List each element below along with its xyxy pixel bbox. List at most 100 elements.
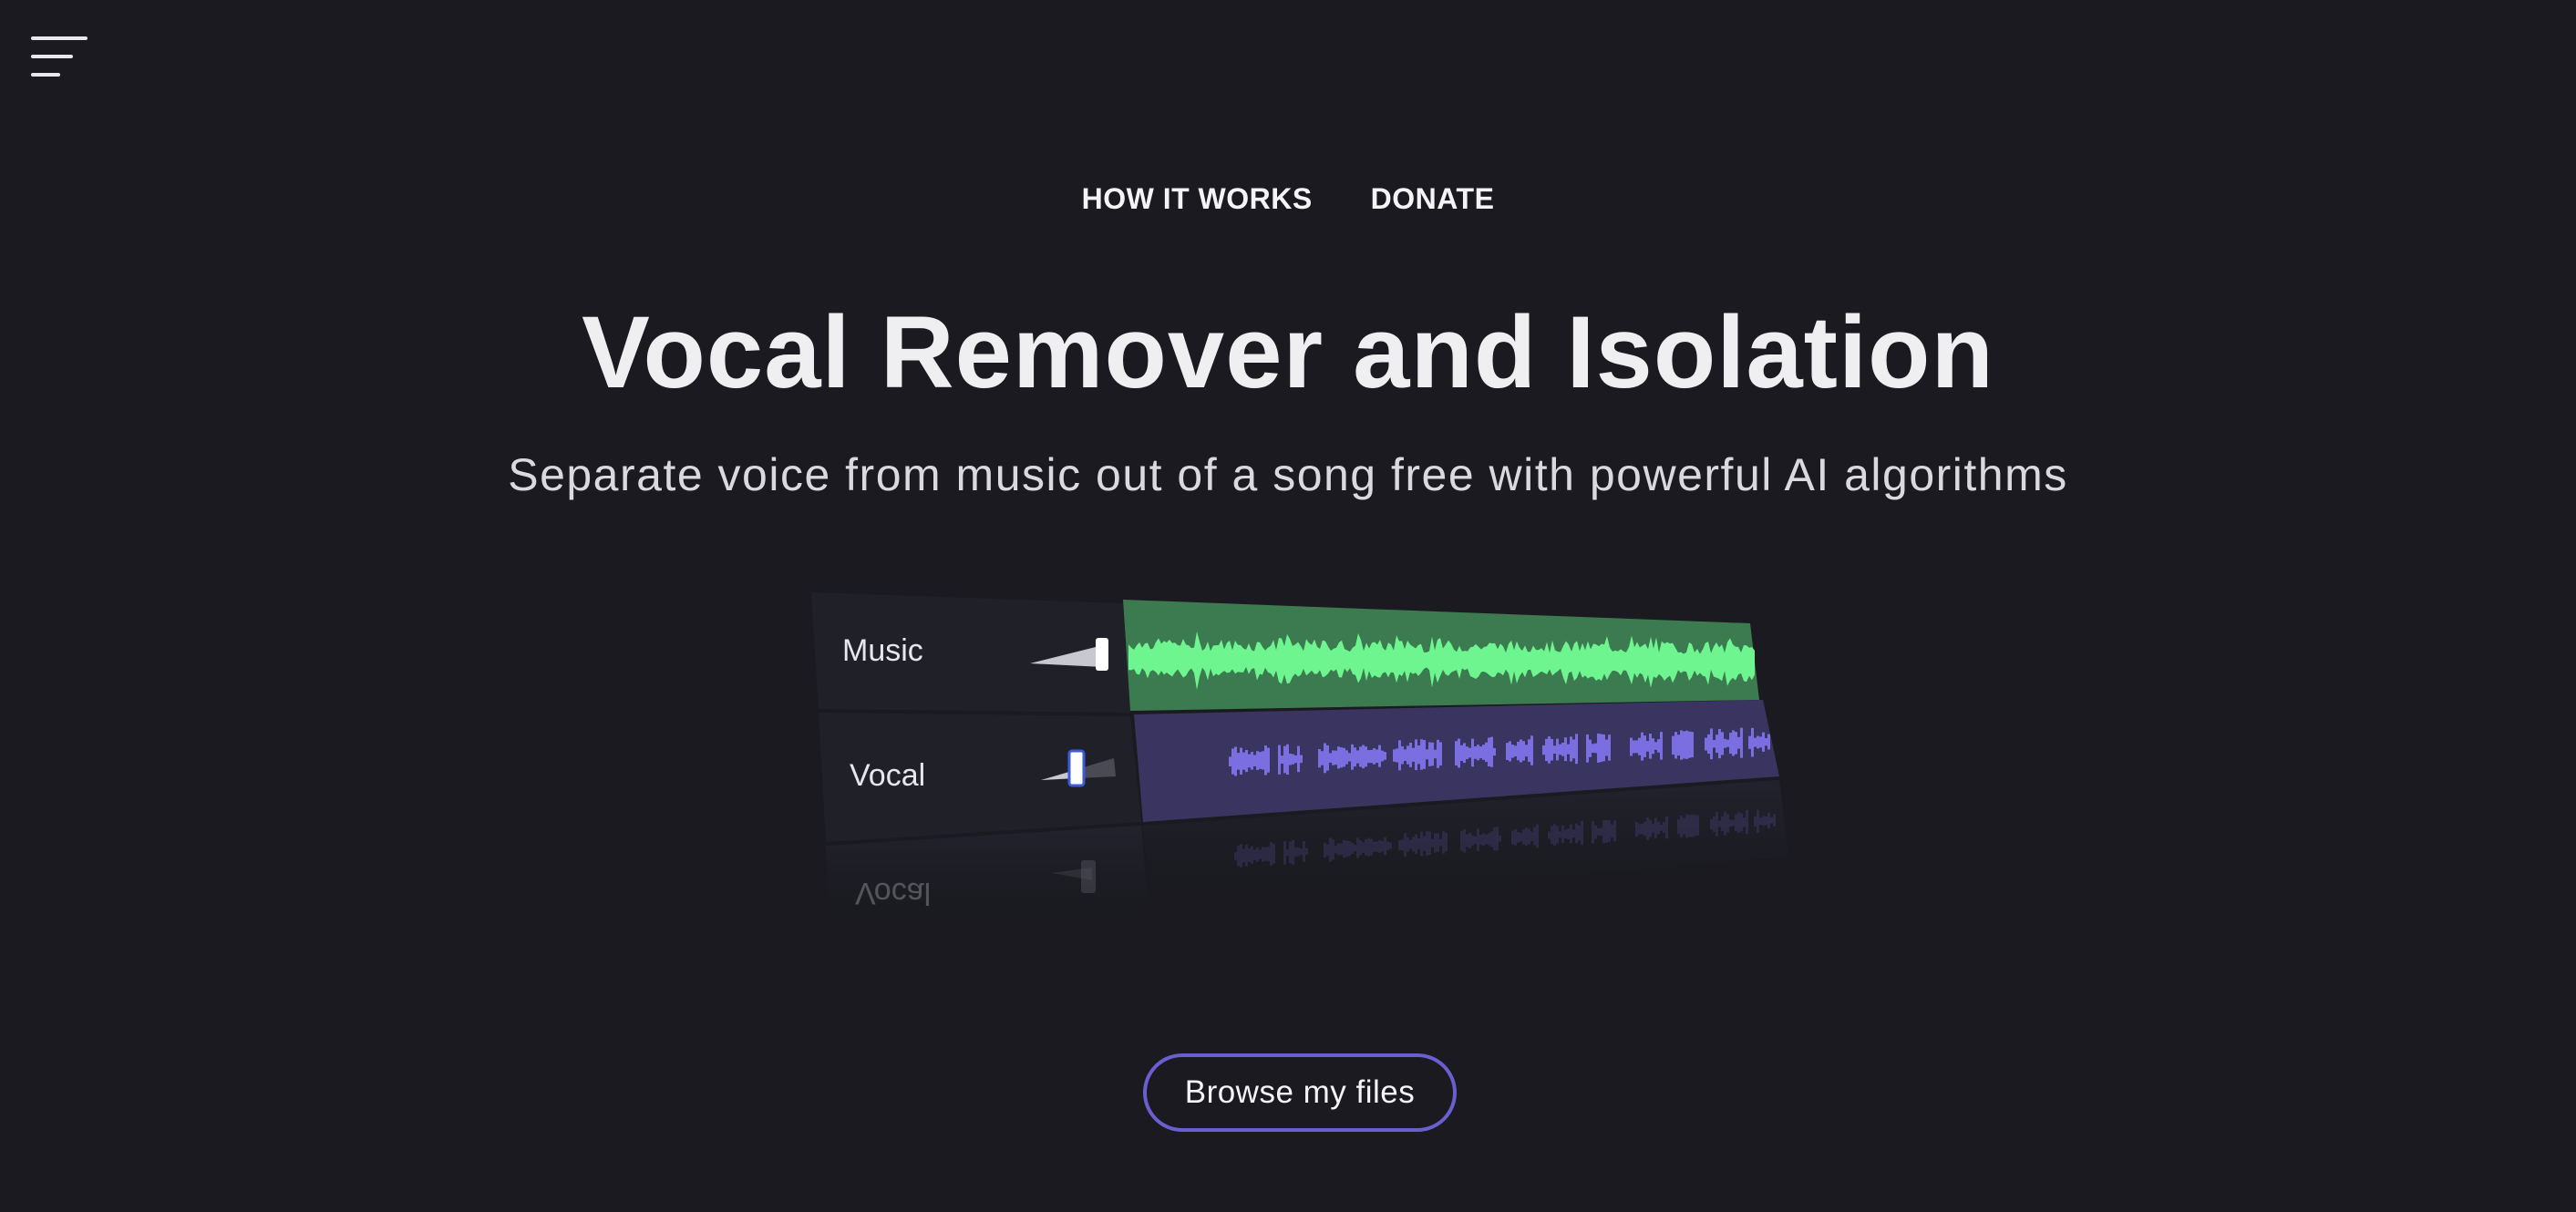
reflection-waveform-bar bbox=[1691, 814, 1694, 837]
vocal-waveform-bar bbox=[1757, 735, 1759, 749]
reflection-waveform-bar bbox=[1378, 839, 1381, 854]
vocal-waveform-bar bbox=[1654, 742, 1657, 750]
vocal-waveform-bar bbox=[1672, 735, 1674, 755]
reflection-waveform-bar bbox=[1332, 839, 1334, 860]
mixer-illustration: Music Vocal Vocal bbox=[802, 583, 1805, 930]
vocal-waveform-bar bbox=[1354, 747, 1356, 767]
vocal-volume-slider-handle[interactable] bbox=[1067, 749, 1086, 787]
reflection-waveform-bar bbox=[1337, 843, 1340, 856]
reflection-waveform-bar bbox=[1499, 835, 1501, 842]
page-title: Vocal Remover and Isolation bbox=[582, 295, 1994, 409]
vocal-waveform-bar bbox=[1735, 732, 1737, 755]
hamburger-menu-icon[interactable] bbox=[31, 35, 89, 82]
reflection-waveform-bar bbox=[1522, 829, 1525, 845]
vocal-track-label: Vocal bbox=[850, 758, 926, 793]
reflection-waveform-bar bbox=[1477, 828, 1479, 852]
reflection-waveform-bar bbox=[1594, 825, 1597, 839]
vocal-waveform-bar bbox=[1683, 731, 1685, 759]
vocal-waveform-bar bbox=[1286, 744, 1289, 775]
reflection-waveform-bar bbox=[1525, 827, 1528, 847]
reflection-waveform-bar bbox=[1570, 824, 1572, 844]
reflection-waveform-bar bbox=[1517, 832, 1520, 843]
reflection-waveform-bar bbox=[1721, 816, 1724, 831]
page: HOW IT WORKS DONATE Vocal Remover and Is… bbox=[0, 0, 2576, 1212]
reflection-waveform-bar bbox=[1746, 809, 1748, 835]
reflection-waveform-bar bbox=[1409, 839, 1412, 849]
vocal-waveform-bar bbox=[1477, 745, 1479, 761]
reflection-waveform-bar bbox=[1485, 834, 1488, 845]
reflection-waveform-bar bbox=[1611, 824, 1613, 838]
reflection-waveform-bar bbox=[1743, 817, 1746, 827]
reflection-waveform-bar bbox=[1326, 844, 1329, 856]
reflection-waveform-bar bbox=[1740, 813, 1743, 832]
vocal-waveform-bar bbox=[1506, 743, 1509, 760]
reflection-waveform-bar bbox=[1713, 816, 1716, 832]
reflection-waveform-bar bbox=[1234, 852, 1237, 860]
reflection-waveform-bar bbox=[1663, 822, 1665, 834]
reflection-waveform-bar bbox=[1490, 831, 1493, 847]
reflection-waveform-bar bbox=[1536, 824, 1539, 848]
reflection-waveform-bar bbox=[1773, 814, 1776, 827]
reflection-waveform-bar bbox=[1765, 816, 1767, 826]
reflection-waveform-bar bbox=[1283, 840, 1286, 865]
vocal-waveform-bar bbox=[1351, 744, 1354, 770]
vocal-waveform-bar bbox=[1404, 749, 1406, 761]
vocal-waveform-bar bbox=[1401, 746, 1404, 765]
vocal-waveform-bar bbox=[1685, 730, 1688, 759]
reflection-waveform-bar bbox=[1635, 822, 1638, 837]
nav-link-how-it-works[interactable]: HOW IT WORKS bbox=[1082, 182, 1313, 216]
vocal-waveform-bar bbox=[1348, 753, 1351, 762]
reflection-waveform-bar bbox=[1412, 837, 1415, 852]
vocal-waveform-bar bbox=[1567, 744, 1570, 755]
vocal-waveform-bar bbox=[1262, 751, 1264, 770]
reflection-waveform-bar bbox=[1575, 823, 1578, 844]
reflection-waveform-bar bbox=[1528, 828, 1530, 845]
vocal-waveform-bar bbox=[1657, 739, 1660, 753]
vocal-waveform-bar bbox=[1602, 734, 1605, 762]
reflection-waveform-bar bbox=[1439, 838, 1442, 847]
vocal-waveform-bar bbox=[1460, 745, 1463, 761]
reflection-waveform-bar bbox=[1602, 819, 1605, 844]
vocal-waveform-bar bbox=[1488, 737, 1490, 767]
reflection-waveform-bar bbox=[1578, 826, 1581, 841]
reflection-waveform-bar bbox=[1665, 816, 1668, 839]
reflection-waveform-bar bbox=[1466, 834, 1468, 847]
nav-link-donate[interactable]: DONATE bbox=[1371, 182, 1495, 216]
reflection-waveform-bar bbox=[1404, 832, 1406, 858]
reflection-waveform-bar bbox=[1437, 833, 1439, 852]
vocal-waveform-bar bbox=[1431, 742, 1434, 766]
vocal-waveform-bar bbox=[1359, 746, 1362, 767]
reflection-waveform-bar bbox=[1420, 831, 1423, 857]
reflection-waveform-bar bbox=[1356, 837, 1359, 858]
reflection-waveform-bar bbox=[1460, 831, 1463, 851]
reflection-waveform-bar bbox=[1329, 837, 1332, 862]
vocal-waveform-bar bbox=[1575, 734, 1578, 765]
reflection-waveform-bar bbox=[1468, 832, 1471, 848]
vocal-waveform-bar bbox=[1677, 734, 1680, 756]
browse-files-button[interactable]: Browse my files bbox=[1143, 1053, 1457, 1132]
reflection-waveform-bar bbox=[1660, 824, 1663, 831]
vocal-waveform-bar bbox=[1553, 745, 1556, 755]
reflection-waveform-bar bbox=[1530, 831, 1533, 841]
reflection-waveform-bar bbox=[1474, 836, 1477, 845]
reflection-waveform-bar bbox=[1754, 816, 1757, 827]
reflection-waveform-bar bbox=[1423, 836, 1426, 851]
vocal-waveform-bar bbox=[1256, 751, 1259, 770]
reflection-waveform-bar bbox=[1297, 847, 1300, 857]
reflection-waveform-bar bbox=[1680, 816, 1683, 837]
reflection-waveform-bar bbox=[1688, 815, 1691, 837]
reflection-waveform-bar bbox=[1415, 834, 1417, 855]
vocal-waveform-bar bbox=[1466, 746, 1468, 760]
reflection-waveform-bar bbox=[1253, 849, 1256, 860]
vocal-waveform-bar bbox=[1740, 727, 1743, 758]
reflection-waveform-bar bbox=[1237, 845, 1240, 867]
reflection-waveform-bar bbox=[1567, 828, 1570, 840]
music-volume-slider-handle[interactable] bbox=[1096, 638, 1108, 671]
vocal-waveform-bar bbox=[1765, 737, 1767, 746]
vocal-waveform-bar bbox=[1345, 750, 1348, 765]
reflection-waveform-bar bbox=[1270, 841, 1273, 866]
vocal-waveform-bar bbox=[1660, 732, 1663, 760]
reflection-waveform-bar bbox=[1359, 840, 1362, 856]
vocal-waveform-bar bbox=[1340, 747, 1343, 768]
vocal-waveform-bar bbox=[1417, 745, 1420, 765]
